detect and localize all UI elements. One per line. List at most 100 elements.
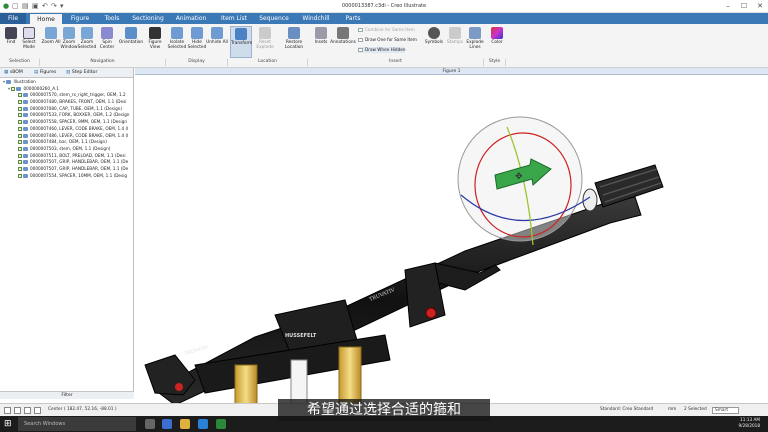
grid-icon[interactable] [14, 407, 21, 414]
model-canvas[interactable]: TRUVATIV HUSSEFELT TRUVATIV ✥ [135, 75, 768, 403]
color-button[interactable]: Color [486, 26, 508, 58]
visibility-checkbox[interactable] [18, 120, 22, 125]
visibility-checkbox[interactable] [18, 173, 22, 178]
tab-item-list[interactable]: Item List [216, 13, 252, 24]
tree-item[interactable]: 0000007511, BOLT, PRELOAD, OEM, 1.1 (Des… [0, 153, 134, 160]
visibility-checkbox[interactable] [18, 113, 22, 118]
taskbar-search[interactable]: Search Windows [18, 417, 136, 431]
store-icon[interactable] [198, 419, 208, 429]
tab-tools[interactable]: Tools [98, 13, 126, 24]
draw-when-hidden-toggle[interactable]: Draw When Hidden [358, 47, 406, 53]
filter-mode-select[interactable]: Smart [712, 407, 739, 414]
explode-lines-icon [469, 27, 481, 39]
center-coordinates: Center ( 182.47, 52.16, -88.01 ) [48, 407, 117, 412]
visibility-checkbox[interactable] [11, 86, 16, 91]
part-icon [23, 146, 28, 151]
minimize-icon[interactable]: – [720, 1, 736, 11]
collapse-icon: ▾ [3, 79, 6, 84]
brake-lever-left[interactable] [144, 354, 196, 396]
visibility-checkbox[interactable] [18, 146, 22, 151]
tab-sequence[interactable]: Sequence [256, 13, 292, 24]
tree-item[interactable]: 0000007570, stem_rx_right_trigger, OEM, … [0, 92, 134, 99]
annotations-button[interactable]: Annotations [330, 26, 356, 58]
steerer-tube[interactable] [290, 359, 308, 403]
tab-home[interactable]: Home [30, 14, 62, 24]
tree-assembly[interactable]: ▾ 0000000260_A.1 [0, 86, 134, 93]
restore-location-button[interactable]: Restore Location [280, 26, 308, 58]
visibility-checkbox[interactable] [18, 93, 22, 98]
tree-item[interactable]: 0000007533, FORK, BOXXER, OEM, 1.2 (Desi… [0, 112, 134, 119]
visibility-checkbox[interactable] [18, 126, 22, 131]
tree-item[interactable]: 0000007507, GRIP, HANDLEBAR, OEM, 1.1 (D… [0, 166, 134, 173]
group-selection: Selection [0, 59, 40, 66]
standard-label: Standard: Creo Standard [600, 407, 654, 412]
unhide-all-button[interactable]: Unhide All [206, 26, 228, 58]
close-icon[interactable]: ✕ [752, 1, 768, 11]
select-mode-button[interactable]: Select Mode [18, 26, 40, 58]
draw-hidden-icon [358, 48, 363, 52]
fork-tube-left[interactable] [234, 364, 258, 403]
tree-item[interactable]: 0000007080, CAP, TUBE, OEM, 1.1 (Design) [0, 106, 134, 113]
tab-windchill[interactable]: Windchill [298, 13, 334, 24]
visibility-checkbox[interactable] [18, 160, 22, 165]
unit-label: mm [668, 407, 677, 412]
maximize-icon[interactable]: ☐ [736, 1, 752, 11]
cursor-icon [23, 27, 35, 39]
figure-view-button[interactable]: Figure View [144, 26, 166, 58]
tab-figures[interactable]: ▤ Figures [34, 70, 56, 75]
hide-selected-button[interactable]: Hide Selected [186, 26, 208, 58]
tab-step-editor[interactable]: ▥ Step Editor [66, 70, 97, 75]
adjuster-knob-left[interactable] [175, 383, 183, 391]
fork-tube-right[interactable] [338, 346, 362, 403]
visibility-checkbox[interactable] [18, 140, 22, 145]
view-icon[interactable] [34, 407, 41, 414]
orientation-button[interactable]: Orientation [118, 26, 144, 58]
window-title: 0000013387.c3di - Creo Illustrate [341, 3, 427, 9]
tab-sbom[interactable]: ▦ sBOM [4, 70, 23, 75]
reset-explode-button[interactable]: Reset Explode [254, 26, 276, 58]
layout-icon[interactable] [24, 407, 31, 414]
insets-button[interactable]: Insets [310, 26, 332, 58]
tree-root[interactable]: ▾ Illustration [0, 79, 134, 86]
spin-center-button[interactable]: Spin Center [96, 26, 118, 58]
combine-same-item-toggle[interactable]: Combine for Same Item [358, 27, 415, 33]
isolate-selected-button[interactable]: Isolate Selected [166, 26, 188, 58]
task-view-icon[interactable] [145, 419, 155, 429]
tab-animation[interactable]: Animation [172, 13, 210, 24]
creo-icon[interactable] [216, 419, 226, 429]
group-location: Location [228, 59, 308, 66]
edge-icon[interactable] [162, 419, 172, 429]
part-icon [23, 113, 28, 118]
file-explorer-icon[interactable] [180, 419, 190, 429]
visibility-checkbox[interactable] [18, 166, 22, 171]
tab-parts[interactable]: Parts [340, 13, 366, 24]
explode-lines-button[interactable]: Explode Lines [464, 26, 486, 58]
tab-sectioning[interactable]: Sectioning [130, 13, 166, 24]
3d-viewport[interactable]: Figure 1 TRUVATIV HUSSEFELT TRUVATIV ✥ [135, 68, 768, 403]
visibility-checkbox[interactable] [18, 153, 22, 158]
zoom-selected-button[interactable]: Zoom Selected [76, 26, 98, 58]
tree-item[interactable]: 0000007480, BRAKES, FRONT, OEM, 1.1 (Des… [0, 99, 134, 106]
tree-item[interactable]: 0000007503, stem, OEM, 1.1 (Design) [0, 146, 134, 153]
part-icon [23, 160, 28, 165]
filter-bar[interactable]: Filter [0, 391, 134, 399]
visibility-checkbox[interactable] [18, 133, 22, 138]
tree-item[interactable]: 0000007558, SPACER, 9MM, OEM, 1.1 (Desig… [0, 119, 134, 126]
visibility-checkbox[interactable] [18, 106, 22, 111]
stamps-button[interactable]: Stamps [444, 26, 466, 58]
windows-start-icon[interactable]: ⊞ [4, 419, 12, 429]
transform-button[interactable]: Transform [230, 26, 252, 58]
tree-item[interactable]: 0000007484, bar, OEM, 1.1 (Design) [0, 139, 134, 146]
tree-item[interactable]: 0000007554, SPACER, 10MM, OEM, 1.1 (Desi… [0, 173, 134, 180]
adjuster-knob-red[interactable] [425, 307, 437, 319]
group-insert: Insert [308, 59, 484, 66]
tab-figure[interactable]: Figure [66, 13, 94, 24]
draw-one-same-item-toggle[interactable]: Draw One for Same Item [358, 37, 417, 43]
tree-item[interactable]: 0000007486, LEVER, CODE BRAKE, OEM, 1.4 … [0, 133, 134, 140]
symbols-button[interactable]: Symbols [422, 26, 446, 58]
tab-file[interactable]: File [0, 13, 26, 24]
toggle-panel-icon[interactable] [4, 407, 11, 414]
tree-item[interactable]: 0000007460, LEVER, CODE BRAKE, OEM, 1.4 … [0, 126, 134, 133]
visibility-checkbox[interactable] [18, 100, 22, 105]
tree-item[interactable]: 0000007507, GRIP, HANDLEBAR, OEM, 1.1 (D… [0, 159, 134, 166]
